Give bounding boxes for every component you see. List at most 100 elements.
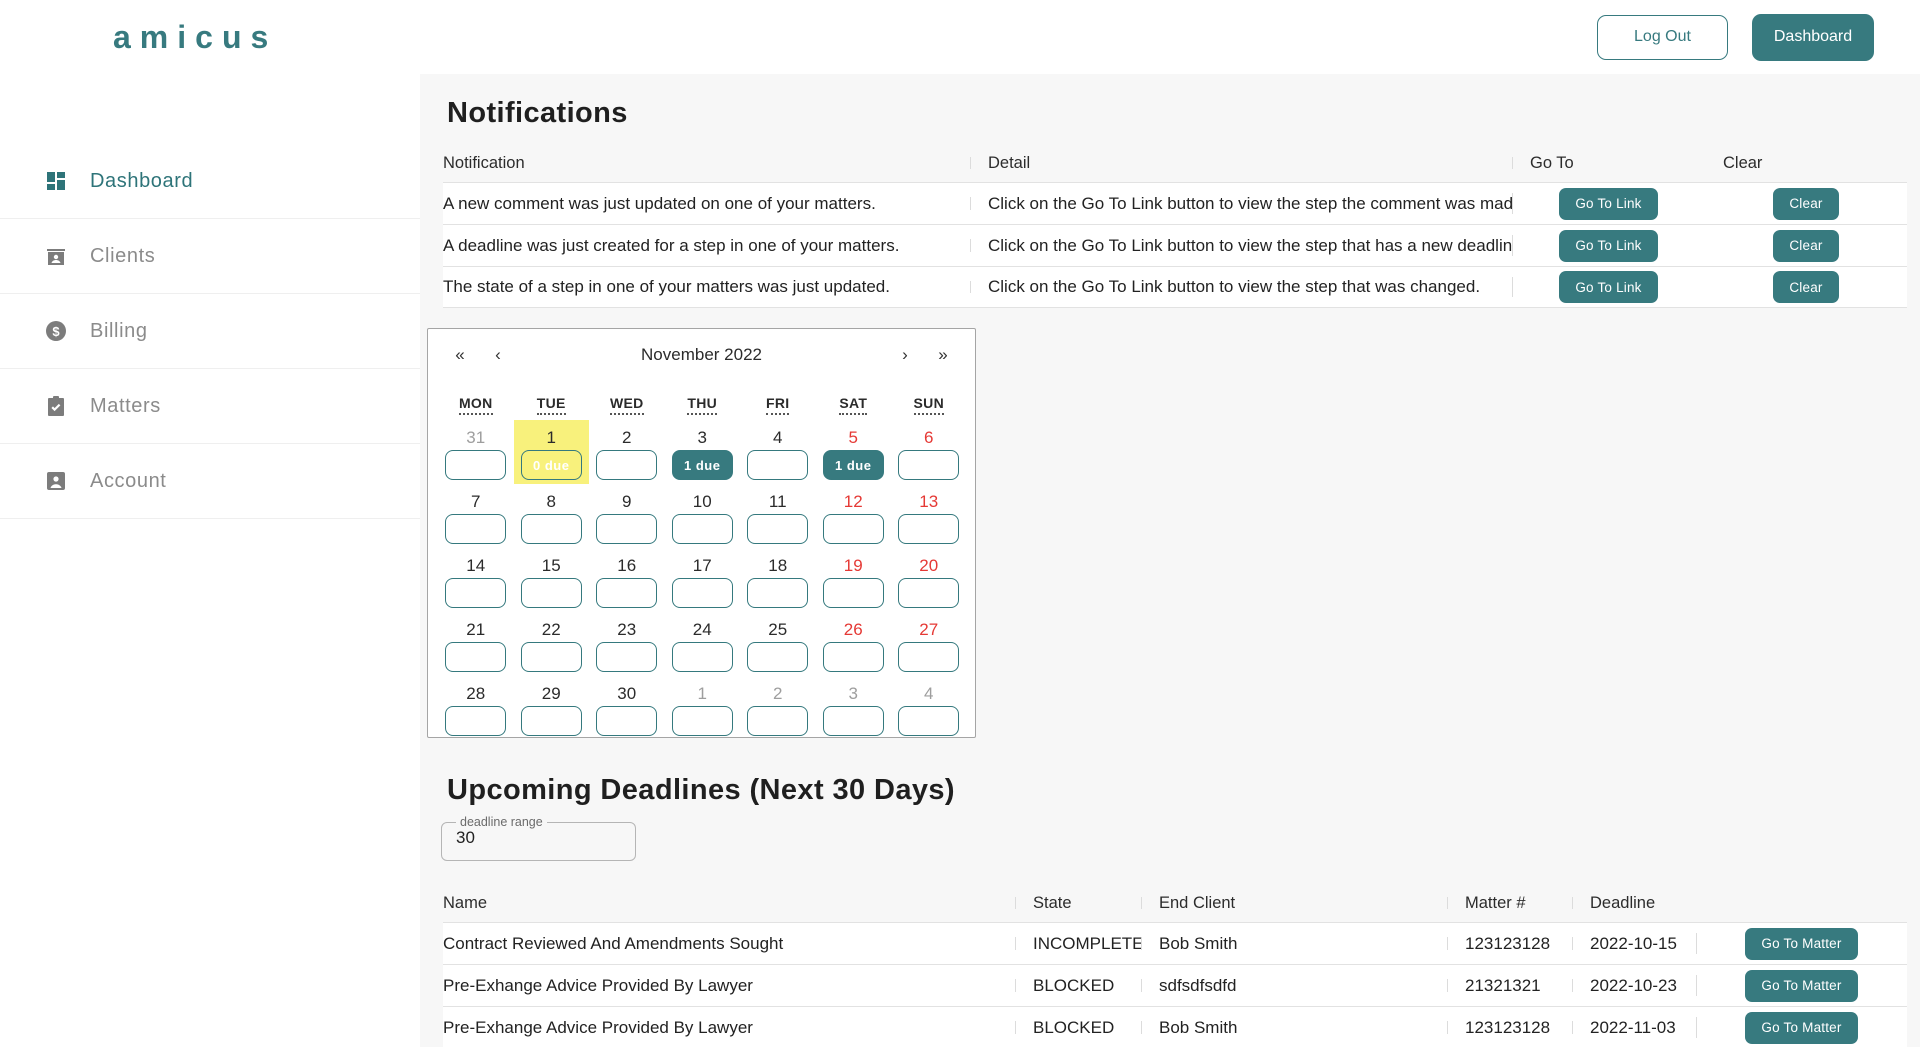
calendar-day-slot[interactable] (747, 514, 808, 544)
sidebar-item-clients[interactable]: Clients (0, 219, 420, 294)
notification-text: A new comment was just updated on one of… (443, 194, 970, 214)
calendar-due-badge[interactable]: 1 due (823, 450, 884, 480)
calendar-cell: 13 (891, 484, 967, 548)
sidebar-item-dashboard[interactable]: Dashboard (0, 144, 420, 219)
matters-icon (44, 394, 68, 418)
calendar-week-row: 2829301234 (438, 676, 965, 740)
calendar-cell: 17 (665, 548, 741, 612)
calendar-cell: 16 (589, 548, 665, 612)
deadline-matter: 123123128 (1447, 1018, 1572, 1038)
calendar-day-slot[interactable] (672, 706, 733, 736)
calendar-day-slot[interactable] (823, 642, 884, 672)
calendar-day-slot[interactable] (747, 578, 808, 608)
calendar-day-slot[interactable] (445, 450, 506, 480)
calendar-day-number: 19 (844, 554, 863, 577)
calendar-day-slot[interactable] (596, 642, 657, 672)
calendar-day-slot[interactable] (445, 578, 506, 608)
calendar-day-number: 27 (919, 618, 938, 641)
calendar-day-slot[interactable] (898, 578, 959, 608)
calendar-week-row: 14 15 16 17 18 19 20 (438, 548, 965, 612)
calendar-due-badge[interactable]: 0 due (521, 450, 582, 480)
calendar-day-slot[interactable] (898, 450, 959, 480)
calendar-day-slot[interactable] (672, 578, 733, 608)
go-to-link-button[interactable]: Go To Link (1559, 188, 1657, 220)
topbar-actions: Log Out Dashboard (1597, 14, 1874, 61)
calendar-day-number: 20 (919, 554, 938, 577)
calendar-day-slot[interactable] (521, 642, 582, 672)
calendar-day-number: 9 (622, 490, 631, 513)
calendar-day-slot[interactable] (898, 706, 959, 736)
go-to-matter-button[interactable]: Go To Matter (1745, 1012, 1857, 1044)
log-out-button[interactable]: Log Out (1597, 15, 1728, 60)
notification-detail: Click on the Go To Link button to view t… (970, 236, 1512, 256)
calendar-day-number: 24 (693, 618, 712, 641)
dashboard-button[interactable]: Dashboard (1752, 14, 1874, 61)
deadline-date: 2022-10-15 (1572, 934, 1696, 954)
calendar-day-slot[interactable] (747, 706, 808, 736)
calendar-day-number: 22 (542, 618, 561, 641)
go-to-matter-button[interactable]: Go To Matter (1745, 970, 1857, 1002)
calendar-day-slot[interactable] (672, 642, 733, 672)
main-content: Notifications Notification Detail Go To … (420, 74, 1920, 1047)
calendar-cell: 10 (665, 484, 741, 548)
clear-notification-button[interactable]: Clear (1773, 230, 1838, 262)
sidebar-item-label: Billing (90, 320, 148, 343)
deadline-end-client: Bob Smith (1141, 934, 1447, 954)
calendar-day-slot[interactable] (747, 450, 808, 480)
billing-icon: $ (44, 319, 68, 343)
sidebar-item-matters[interactable]: Matters (0, 369, 420, 444)
calendar-day-slot[interactable] (596, 514, 657, 544)
calendar-prev-month-button[interactable]: ‹ (488, 345, 508, 365)
calendar-day-slot[interactable] (672, 514, 733, 544)
notification-row: A deadline was just created for a step i… (443, 224, 1907, 266)
sidebar-item-billing[interactable]: $ Billing (0, 294, 420, 369)
calendar-day-slot[interactable] (445, 706, 506, 736)
calendar-day-slot[interactable] (521, 706, 582, 736)
calendar-day-slot[interactable] (898, 514, 959, 544)
calendar-week-row: 3110 due231 due451 due6 (438, 420, 965, 484)
calendar-day-number: 15 (542, 554, 561, 577)
calendar-day-number: 14 (466, 554, 485, 577)
deadline-range-input[interactable] (454, 827, 614, 849)
calendar-day-number: 17 (693, 554, 712, 577)
calendar-day-slot[interactable] (445, 514, 506, 544)
calendar-next-year-button[interactable]: » (933, 345, 953, 365)
go-to-link-button[interactable]: Go To Link (1559, 271, 1657, 303)
calendar-next-month-button[interactable]: › (895, 345, 915, 365)
calendar-day-slot[interactable] (823, 706, 884, 736)
sidebar-item-label: Account (90, 470, 166, 493)
sidebar-item-account[interactable]: Account (0, 444, 420, 519)
go-to-link-button[interactable]: Go To Link (1559, 230, 1657, 262)
deadline-matter: 123123128 (1447, 934, 1572, 954)
go-to-matter-button[interactable]: Go To Matter (1745, 928, 1857, 960)
notification-text: The state of a step in one of your matte… (443, 277, 970, 297)
calendar-due-badge[interactable]: 1 due (672, 450, 733, 480)
calendar-day-number: 23 (617, 618, 636, 641)
calendar-day-number: 18 (768, 554, 787, 577)
calendar-cell: 25 (740, 612, 816, 676)
calendar-cell: 21 (438, 612, 514, 676)
calendar-day-name: MON (459, 395, 493, 415)
calendar-cell: 14 (438, 548, 514, 612)
deadline-end-client: Bob Smith (1141, 1018, 1447, 1038)
calendar-day-slot[interactable] (521, 578, 582, 608)
calendar-day-slot[interactable] (596, 706, 657, 736)
calendar-day-slot[interactable] (823, 578, 884, 608)
calendar-day-slot[interactable] (898, 642, 959, 672)
calendar-cell: 51 due (816, 420, 892, 484)
calendar-day-slot[interactable] (823, 514, 884, 544)
calendar-cell: 9 (589, 484, 665, 548)
deadline-state: BLOCKED (1015, 1018, 1141, 1038)
calendar-day-slot[interactable] (521, 514, 582, 544)
calendar-day-slot[interactable] (596, 578, 657, 608)
notifications-title: Notifications (447, 97, 1907, 130)
calendar-day-slot[interactable] (445, 642, 506, 672)
calendar-prev-year-button[interactable]: « (450, 345, 470, 365)
clear-notification-button[interactable]: Clear (1773, 188, 1838, 220)
dashboard-icon (44, 169, 68, 193)
calendar-day-slot[interactable] (747, 642, 808, 672)
calendar-day-slot[interactable] (596, 450, 657, 480)
calendar-day-headers: MONTUEWEDTHUFRISATSUN (438, 395, 965, 415)
column-header-go-to: Go To (1512, 154, 1705, 173)
clear-notification-button[interactable]: Clear (1773, 271, 1838, 303)
